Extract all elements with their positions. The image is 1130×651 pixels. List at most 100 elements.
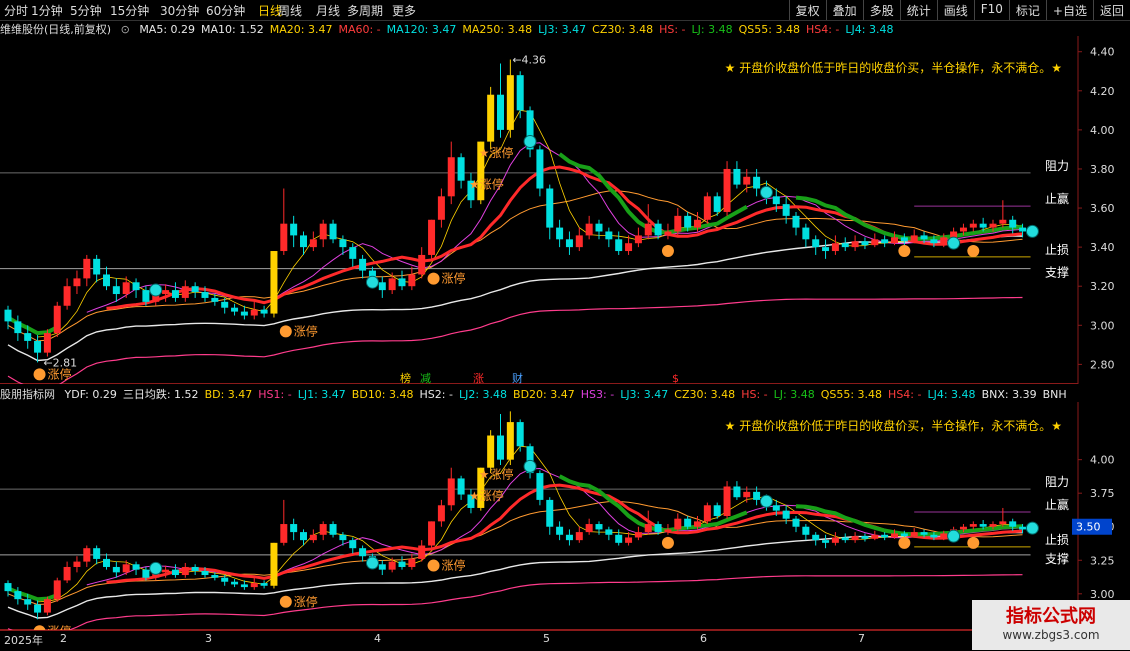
main-candle-body-6: [63, 286, 71, 306]
main-tick-label-2: 4.00: [1090, 124, 1115, 137]
tool-button-7[interactable]: +自选: [1045, 0, 1093, 20]
main-down-arrow-icon-1: [365, 275, 379, 289]
sub-up-signal-icon-2: [967, 536, 980, 549]
legend-item-12: HS: -: [741, 388, 768, 401]
main-candle-body-90: [891, 237, 898, 244]
sub-candle-body-40: [398, 561, 406, 567]
sub-candle-body-90: [891, 533, 898, 538]
tool-button-5[interactable]: F10: [973, 0, 1009, 20]
main-candle-body-88: [871, 239, 879, 246]
sub-candle-body-54: [536, 473, 544, 500]
main-up-arrow-icon-1: [279, 325, 292, 338]
sub-candle-body-22: [221, 577, 229, 582]
date-label-5: 6: [700, 632, 707, 645]
sub-candle-body-51: [506, 422, 514, 460]
main-limit-up-text-1: 涨停: [294, 323, 318, 338]
main-strategy-note: ★ 开盘价收盘价低于昨日的收盘价买，半仓操作，永不满仓。★: [725, 60, 1062, 75]
main-candlestick-chart[interactable]: 4.40 4.20 4.00 3.80 3.60 3.40 3.20 3.00 2.80 阻力止赢…: [0, 36, 1130, 384]
event-marker-1[interactable]: 减: [420, 372, 431, 384]
sub-candle-body-67: [664, 529, 672, 533]
indicator-title[interactable]: 股朋指标网: [0, 388, 55, 401]
period-tab-7[interactable]: 周线: [278, 2, 302, 19]
sub-candle-body-7: [73, 561, 81, 567]
main-candle-body-98: [969, 223, 977, 228]
stock-title[interactable]: 维维股份(日线,前复权): [0, 23, 111, 36]
main-candle-body-81: [802, 227, 810, 240]
sub-candle-body-26: [260, 583, 268, 586]
tool-button-8[interactable]: 返回: [1092, 0, 1130, 20]
sub-candle-body-78: [772, 505, 780, 511]
sub-candle-body-81: [802, 526, 810, 535]
sub-candle-body-60: [595, 524, 603, 530]
tool-button-2[interactable]: 多股: [862, 0, 900, 20]
period-tab-1[interactable]: 1分钟: [31, 2, 63, 19]
main-candle-body-89: [881, 239, 889, 244]
sub-candle-body-58: [575, 532, 583, 541]
period-tab-8[interactable]: 月线: [316, 2, 340, 19]
main-candle-body-12: [122, 282, 130, 295]
main-tick-label-6: 3.20: [1090, 280, 1115, 293]
sub-tick-label-0: 4.00: [1090, 454, 1115, 467]
watermark-title: 指标公式网: [1006, 606, 1096, 627]
sub-limit-up-text-0: 涨停: [48, 623, 72, 630]
sub-candle-body-102: [1009, 521, 1017, 527]
legend-item-1: MA10: 1.52: [201, 23, 264, 36]
tool-button-1[interactable]: 叠加: [825, 0, 863, 20]
tool-button-4[interactable]: 画线: [936, 0, 974, 20]
period-tab-3[interactable]: 15分钟: [110, 2, 149, 19]
sub-candle-body-73: [723, 486, 731, 516]
main-candle-body-19: [191, 286, 199, 293]
sub-candle-body-31: [309, 534, 317, 541]
period-tab-10[interactable]: 更多: [392, 2, 416, 19]
period-tab-4[interactable]: 30分钟: [160, 2, 199, 19]
main-candle-body-75: [743, 176, 751, 185]
main-candle-body-101: [999, 219, 1007, 224]
main-candle-body-0: [4, 309, 12, 322]
sub-limit-up-marker-2: 涨停: [427, 558, 466, 573]
date-label-1: 2: [60, 632, 67, 645]
period-tab-5[interactable]: 60分钟: [206, 2, 245, 19]
sub-label-profit: 止赢: [1045, 497, 1069, 512]
event-marker-2[interactable]: 涨: [473, 372, 484, 384]
settings-circle-icon[interactable]: ⊙: [121, 23, 130, 36]
right-toolbar: 复权 叠加 多股 统计 画线 F10 标记 +自选 返回: [788, 0, 1130, 20]
period-tab-0[interactable]: 分时: [4, 2, 28, 19]
sub-candle-body-92: [910, 532, 918, 537]
tool-button-6[interactable]: 标记: [1008, 0, 1046, 20]
sub-indicator-chart[interactable]: 4.003.753.503.253.00阻力止赢止损支撑涨停涨停涨停★涨停★涨停…: [0, 402, 1130, 630]
sub-candle-body-88: [871, 534, 879, 539]
event-marker-0[interactable]: 榜: [400, 371, 411, 384]
sub-candle-body-14: [142, 569, 150, 578]
main-candle-body-43: [428, 219, 436, 255]
period-tab-2[interactable]: 5分钟: [70, 2, 102, 19]
main-candle-body-76: [753, 176, 761, 189]
sub-candle-body-13: [132, 564, 140, 570]
main-down-arrow-icon-3: [759, 185, 773, 199]
tool-button-0[interactable]: 复权: [788, 0, 826, 20]
sub-up-arrow-icon-2: [427, 559, 440, 572]
main-candle-body-55: [546, 188, 554, 228]
tool-button-3[interactable]: 统计: [899, 0, 937, 20]
event-marker-3[interactable]: 财: [512, 371, 523, 384]
main-candle-body-45: [447, 157, 455, 197]
main-candle-body-30: [300, 235, 307, 248]
main-up-arrow-icon-0: [33, 368, 46, 381]
legend-item-13: LJ: 3.48: [773, 388, 815, 401]
period-toolbar: 分时 1分钟 5分钟 15分钟 30分钟 60分钟 日线 周线 月线 多周期 更多 复权 叠加 多股 统计画…: [0, 0, 1130, 21]
period-tab-9[interactable]: 多周期: [347, 2, 383, 19]
sub-candle-body-45: [447, 478, 455, 506]
main-up-signal-icon-1: [898, 245, 911, 258]
main-limit-up-marker-2: 涨停: [427, 271, 466, 286]
main-candle-body-51: [506, 75, 514, 130]
main-candle-body-66: [654, 223, 662, 236]
main-candle-body-7: [73, 278, 81, 287]
event-marker-4[interactable]: $: [672, 372, 679, 384]
sub-candle-body-3: [34, 604, 42, 613]
legend-item-2: MA20: 3.47: [269, 23, 333, 36]
sub-label-support: 支撑: [1045, 551, 1069, 566]
main-candle-body-52: [516, 75, 524, 111]
sub-candle-body-39: [388, 561, 396, 570]
main-candle-body-23: [231, 307, 239, 312]
sub-candle-body-4: [43, 599, 51, 613]
sub-candle-body-72: [713, 505, 721, 516]
